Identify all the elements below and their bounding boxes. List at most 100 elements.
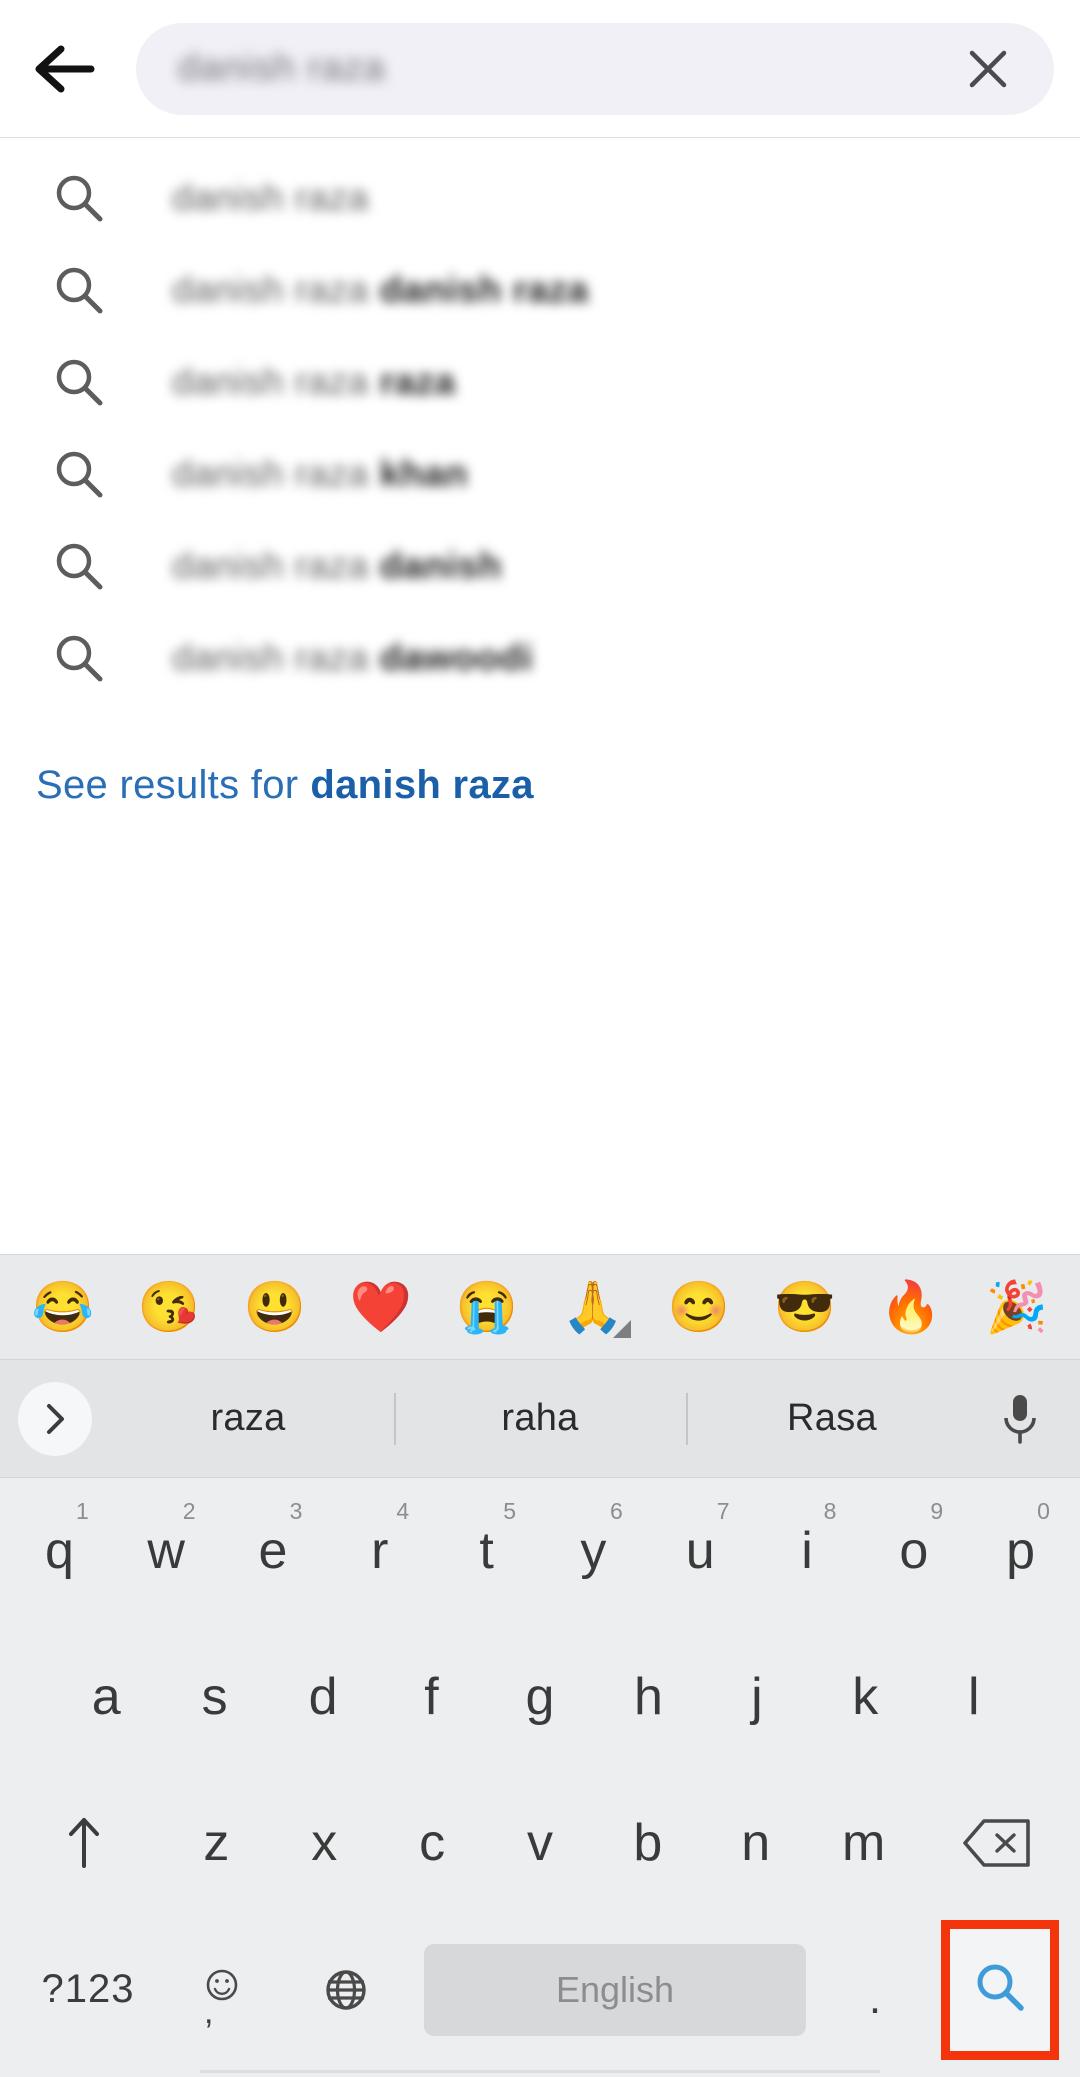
party-popper-emoji[interactable]: 🎉 [969, 1282, 1065, 1332]
key-b[interactable]: b [594, 1770, 702, 1916]
key-e-number: 3 [289, 1498, 303, 1524]
search-icon [48, 535, 110, 597]
key-q-number: 1 [76, 1498, 89, 1524]
key-p-number: 0 [1037, 1498, 1050, 1524]
search-enter-icon[interactable] [971, 1958, 1029, 2021]
key-z[interactable]: z [162, 1770, 270, 1916]
suggestion-text: danish raza [172, 177, 369, 218]
key-p[interactable]: 0p [967, 1478, 1074, 1624]
key-w-label: w [147, 1522, 185, 1580]
key-v[interactable]: v [486, 1770, 594, 1916]
microphone-icon[interactable] [978, 1377, 1062, 1461]
suggestion-text: danish raza danish [172, 545, 502, 586]
key-e[interactable]: 3e [220, 1478, 327, 1624]
key-q[interactable]: 1q [6, 1478, 113, 1624]
globe-language-icon[interactable] [282, 1934, 410, 2046]
keyboard-row-1: 1q 2w 3e 4r 5t 6y 7u 8i 9o 0p [0, 1478, 1080, 1624]
key-h[interactable]: h [594, 1624, 702, 1770]
space-key[interactable]: English [424, 1943, 806, 2036]
key-m[interactable]: m [810, 1770, 918, 1916]
keyboard-candidate-2[interactable]: raha [394, 1397, 686, 1440]
see-results-label: See results for [36, 762, 299, 807]
key-t[interactable]: 5t [433, 1478, 540, 1624]
key-e-label: e [258, 1522, 288, 1580]
key-r-number: 4 [396, 1498, 410, 1524]
loudly-crying-face-emoji[interactable]: 😭 [439, 1282, 535, 1332]
chevron-right-icon[interactable] [18, 1381, 92, 1456]
emoji-smiley-icon[interactable]: , [162, 1934, 282, 2046]
key-r-label: r [371, 1522, 389, 1580]
keyboard-suggestion-strip: raza raha Rasa [0, 1360, 1080, 1478]
close-icon[interactable] [956, 37, 1020, 101]
back-arrow-icon[interactable] [22, 27, 106, 111]
search-input[interactable]: danish raza [136, 22, 1054, 115]
key-l[interactable]: l [920, 1624, 1028, 1770]
key-i[interactable]: 8i [754, 1478, 861, 1624]
key-j[interactable]: j [703, 1624, 811, 1770]
list-item[interactable]: danish raza khan [0, 428, 1080, 520]
suggestion-text: danish raza danish raza [172, 269, 589, 310]
list-item[interactable]: danish raza danish raza [0, 244, 1080, 336]
red-heart-emoji[interactable]: ❤️ [333, 1282, 429, 1332]
search-icon [48, 351, 110, 413]
key-d[interactable]: d [269, 1624, 377, 1770]
face-blowing-a-kiss-emoji[interactable]: 😘 [121, 1282, 217, 1332]
list-item[interactable]: danish raza [0, 152, 1080, 244]
key-i-label: i [801, 1522, 813, 1580]
key-k[interactable]: k [811, 1624, 919, 1770]
list-item[interactable]: danish raza danish [0, 520, 1080, 612]
key-r[interactable]: 4r [326, 1478, 433, 1624]
search-icon [48, 627, 110, 689]
grinning-face-with-big-eyes-emoji[interactable]: 😃 [227, 1282, 323, 1332]
backspace-icon[interactable] [918, 1770, 1074, 1916]
see-results-query: danish raza [310, 762, 534, 807]
key-q-label: q [44, 1522, 74, 1580]
list-item[interactable]: danish raza dawoodi [0, 612, 1080, 704]
smiling-face-with-smiling-eyes-emoji[interactable]: 😊 [651, 1282, 747, 1332]
key-u-label: u [685, 1522, 715, 1580]
see-results-link[interactable]: See results for danish raza [0, 750, 1080, 820]
keyboard-candidate-1[interactable]: raza [102, 1397, 394, 1440]
space-key-label: English [555, 1968, 675, 2010]
period-key[interactable]: . [820, 1934, 930, 2046]
key-u[interactable]: 7u [647, 1478, 754, 1624]
key-f[interactable]: f [377, 1624, 485, 1770]
smiling-face-with-sunglasses-emoji[interactable]: 😎 [757, 1282, 853, 1332]
key-o-label: o [899, 1522, 929, 1580]
key-w[interactable]: 2w [113, 1478, 220, 1624]
key-i-number: 8 [823, 1498, 837, 1524]
key-s[interactable]: s [160, 1624, 268, 1770]
key-o[interactable]: 9o [860, 1478, 967, 1624]
enter-key-highlight-wrapper [930, 1916, 1070, 2063]
suggestion-text: danish raza dawoodi [172, 637, 534, 678]
key-y[interactable]: 6y [540, 1478, 647, 1624]
shift-arrow-icon[interactable] [6, 1770, 162, 1916]
key-g[interactable]: g [486, 1624, 594, 1770]
keyboard-candidate-3[interactable]: Rasa [686, 1397, 978, 1440]
folded-hands-emoji[interactable]: 🙏 [545, 1282, 641, 1338]
key-y-label: y [580, 1522, 607, 1580]
numeric-switch-key[interactable]: ?123 [14, 1934, 162, 2046]
key-x[interactable]: x [270, 1770, 378, 1916]
key-n[interactable]: n [702, 1770, 810, 1916]
search-suggestions-screen: danish raza danish raza danish raza dani… [0, 0, 1080, 2077]
key-w-number: 2 [182, 1498, 196, 1524]
key-u-number: 7 [716, 1498, 730, 1524]
on-screen-keyboard: 😂 😘 😃 ❤️ 😭 🙏 😊 😎 🔥 🎉 raza raha Rasa 1 q … [0, 1254, 1080, 2077]
suggestion-text: danish raza raza [172, 361, 456, 402]
search-icon [48, 259, 110, 321]
key-t-label: t [479, 1522, 494, 1580]
search-toolbar: danish raza [0, 0, 1080, 138]
fire-emoji[interactable]: 🔥 [863, 1282, 959, 1332]
list-item[interactable]: danish raza raza [0, 336, 1080, 428]
key-c[interactable]: c [378, 1770, 486, 1916]
keyboard-bottom-padding [0, 2063, 1080, 2077]
emoji-quick-row: 😂 😘 😃 ❤️ 😭 🙏 😊 😎 🔥 🎉 [0, 1254, 1080, 1360]
keyboard-bottom-row: ?123 , English . [0, 1916, 1080, 2063]
key-a[interactable]: a [52, 1624, 160, 1770]
keyboard-row-2: a s d f g h j k l [0, 1624, 1080, 1770]
suggestion-list: danish raza danish raza danish raza dani… [0, 138, 1080, 820]
key-o-number: 9 [930, 1498, 944, 1524]
red-highlight-box [941, 1919, 1059, 2060]
face-with-tears-of-joy-emoji[interactable]: 😂 [15, 1282, 111, 1332]
